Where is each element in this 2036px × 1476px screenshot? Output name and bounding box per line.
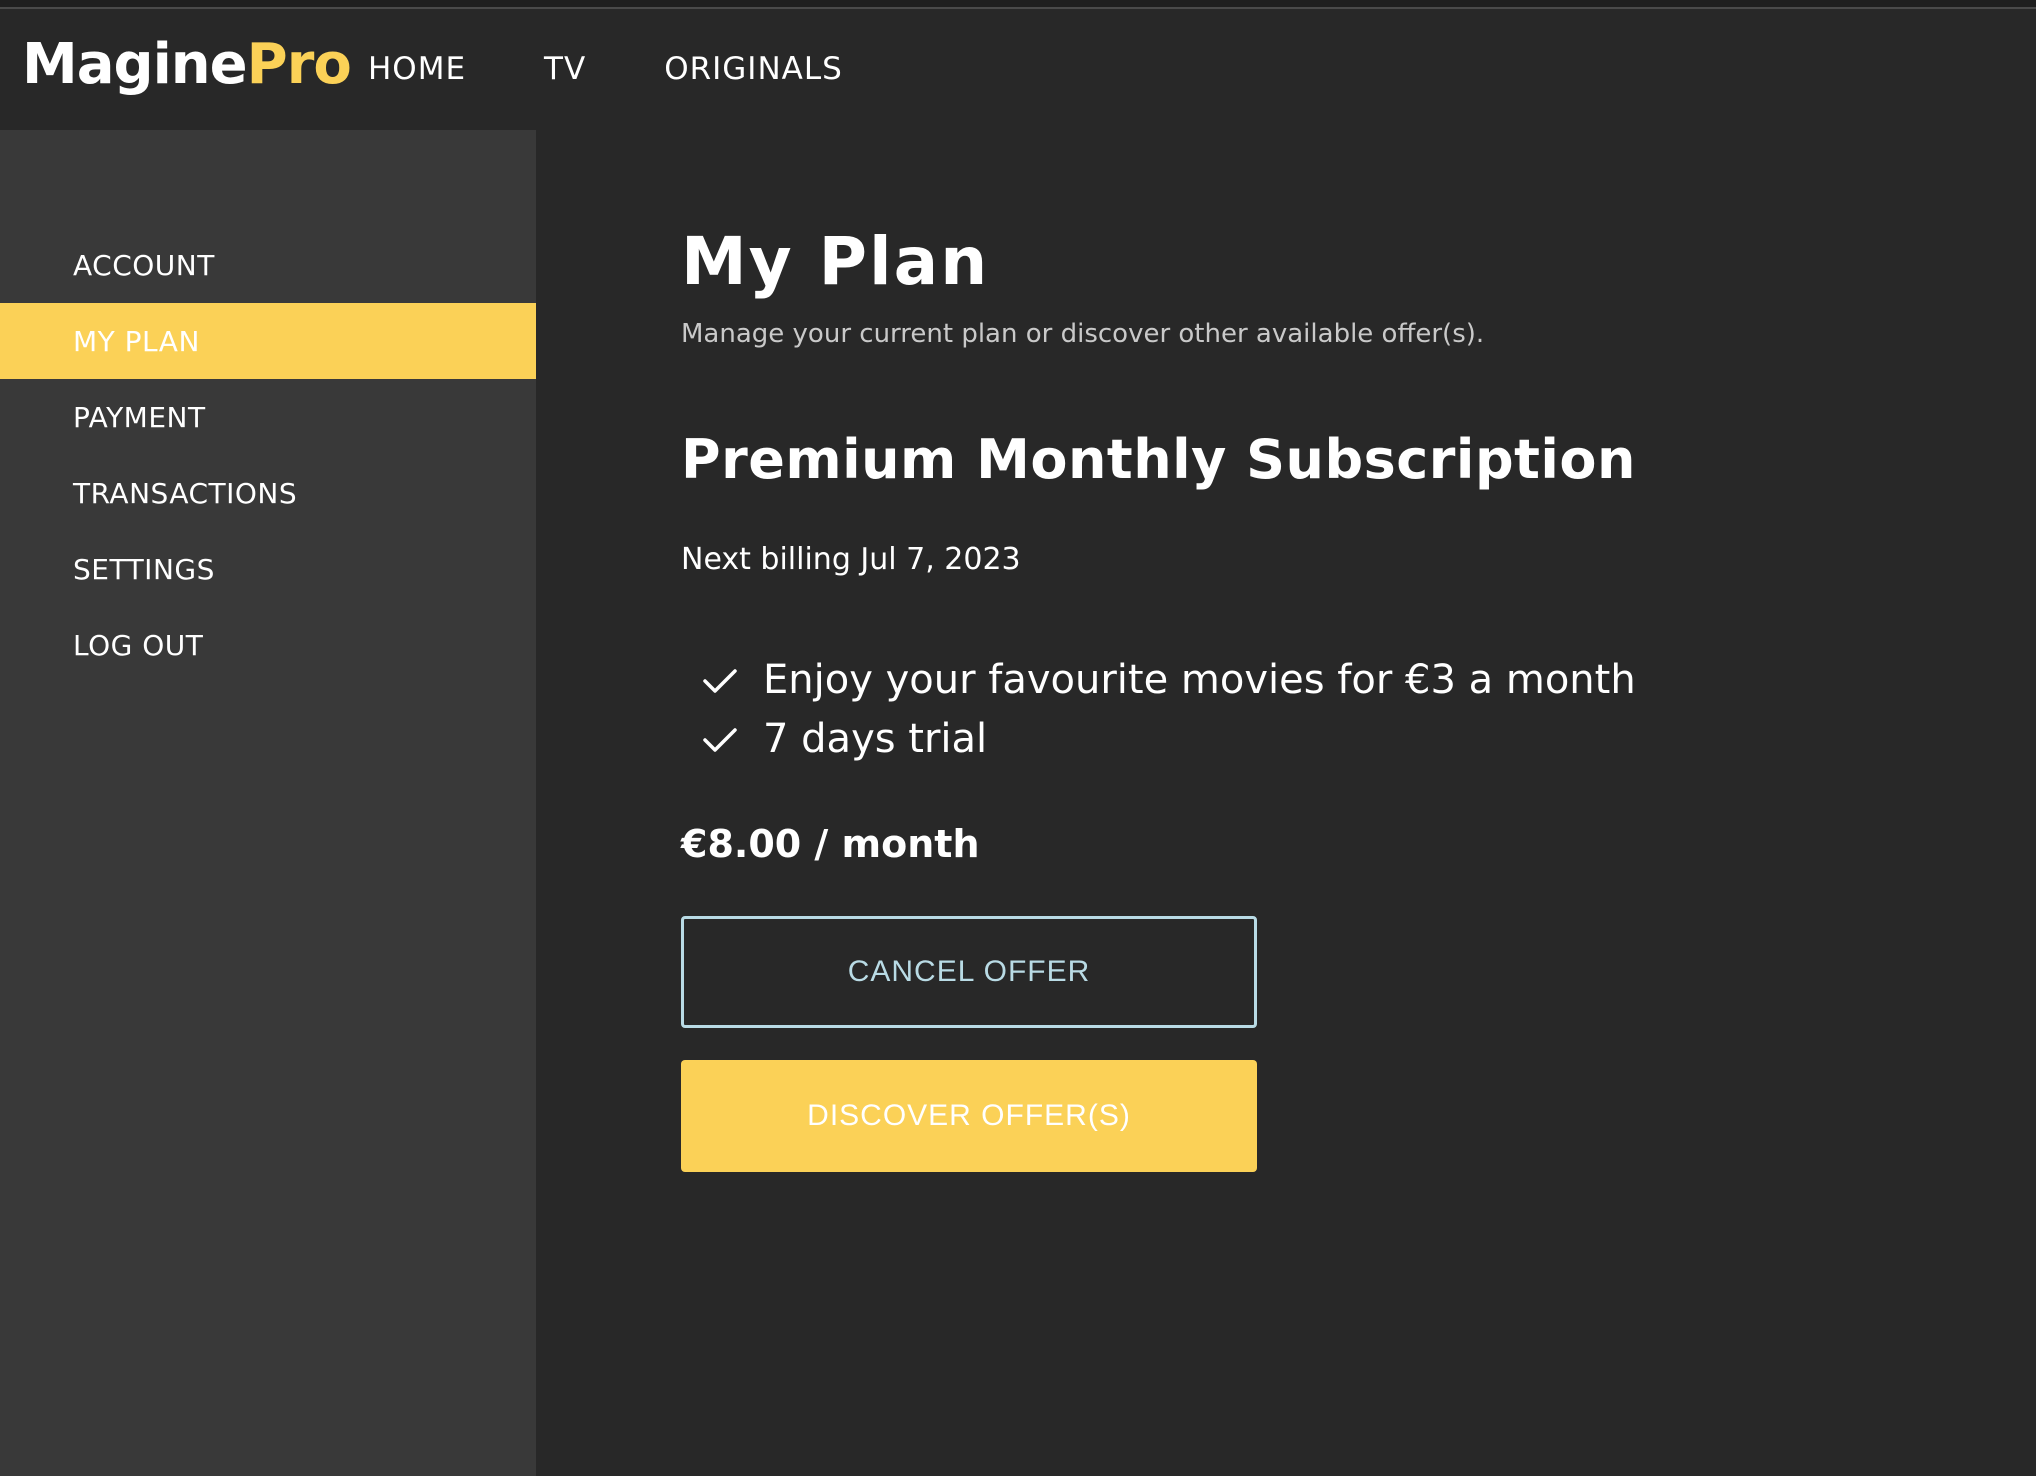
- main-content: My Plan Manage your current plan or disc…: [536, 130, 2036, 1476]
- page-subtitle: Manage your current plan or discover oth…: [681, 319, 1485, 349]
- check-icon: [703, 727, 737, 752]
- page: MaginePro HOME TV ORIGINALS ACCOUNT MY P…: [0, 0, 2036, 1476]
- next-billing: Next billing Jul 7, 2023: [681, 542, 1021, 577]
- nav-home[interactable]: HOME: [368, 51, 466, 88]
- header: MaginePro HOME TV ORIGINALS: [0, 9, 2036, 130]
- plan-name: Premium Monthly Subscription: [681, 428, 1636, 491]
- sidebar-item-settings[interactable]: SETTINGS: [0, 531, 536, 607]
- sidebar: ACCOUNT MY PLAN PAYMENT TRANSACTIONS SET…: [0, 130, 536, 1476]
- feature-text: Enjoy your favourite movies for €3 a mon…: [763, 656, 1636, 703]
- check-icon: [703, 668, 737, 693]
- cancel-offer-button[interactable]: CANCEL OFFER: [681, 916, 1257, 1028]
- sidebar-item-payment[interactable]: PAYMENT: [0, 379, 536, 455]
- logo-text-magine: Magine: [22, 32, 248, 97]
- sidebar-item-my-plan[interactable]: MY PLAN: [0, 303, 536, 379]
- discover-offers-button[interactable]: DISCOVER OFFER(S): [681, 1060, 1257, 1172]
- browser-edge: [0, 0, 2036, 9]
- logo-text-pro: Pro: [246, 32, 352, 97]
- feature-item: 7 days trial: [701, 709, 1636, 768]
- nav-tv[interactable]: TV: [544, 51, 586, 88]
- sidebar-item-transactions[interactable]: TRANSACTIONS: [0, 455, 536, 531]
- page-title: My Plan: [681, 223, 990, 300]
- nav-originals[interactable]: ORIGINALS: [664, 51, 843, 88]
- sidebar-item-log-out[interactable]: LOG OUT: [0, 607, 536, 683]
- feature-item: Enjoy your favourite movies for €3 a mon…: [701, 650, 1636, 709]
- sidebar-menu: ACCOUNT MY PLAN PAYMENT TRANSACTIONS SET…: [0, 227, 536, 683]
- logo[interactable]: MaginePro: [22, 37, 352, 93]
- plan-price: €8.00 / month: [681, 822, 980, 866]
- sidebar-item-account[interactable]: ACCOUNT: [0, 227, 536, 303]
- feature-text: 7 days trial: [763, 715, 988, 762]
- feature-list: Enjoy your favourite movies for €3 a mon…: [701, 650, 1636, 768]
- top-nav: HOME TV ORIGINALS: [368, 51, 921, 88]
